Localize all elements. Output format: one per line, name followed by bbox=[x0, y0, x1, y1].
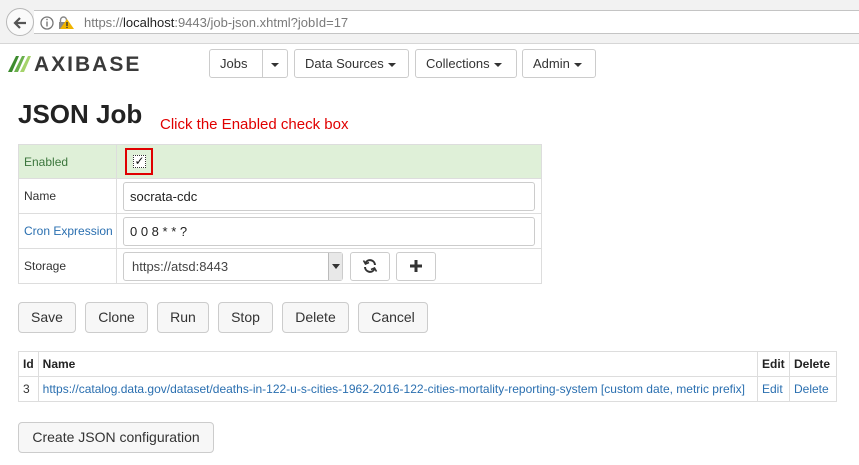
header-name: Name bbox=[37, 351, 759, 377]
nav-jobs-label: Jobs bbox=[220, 56, 248, 71]
refresh-storage-button[interactable] bbox=[349, 251, 390, 281]
dropdown-arrow-icon bbox=[328, 252, 342, 280]
nav-data-sources-button[interactable]: Data Sources bbox=[294, 49, 409, 78]
url-text: https://localhost:9443/job-json.xhtml?jo… bbox=[84, 15, 348, 30]
enabled-label: Enabled bbox=[18, 144, 117, 179]
nav-jobs-button[interactable]: Jobs bbox=[209, 49, 263, 78]
nav-admin-button[interactable]: Admin bbox=[522, 49, 596, 78]
cron-cell bbox=[116, 213, 542, 249]
name-label: Name bbox=[18, 178, 117, 214]
name-input[interactable] bbox=[123, 181, 535, 211]
app-navbar: AXIBASE Jobs Data Sources Collections Ad… bbox=[0, 44, 859, 84]
add-storage-button[interactable] bbox=[396, 251, 437, 281]
cron-expression-input[interactable] bbox=[123, 216, 535, 246]
row-name-cell: https://catalog.data.gov/dataset/deaths-… bbox=[37, 376, 759, 402]
caret-down-icon bbox=[271, 62, 279, 67]
jobs-table: Id Name Edit Delete 3 https://catalog.da… bbox=[18, 351, 837, 402]
refresh-icon bbox=[362, 259, 377, 274]
caret-down-icon bbox=[573, 62, 582, 67]
name-cell bbox=[116, 178, 542, 214]
url-host: localhost bbox=[123, 15, 175, 30]
enabled-cell: ✓ bbox=[116, 144, 542, 179]
nav-admin-label: Admin bbox=[533, 56, 570, 71]
header-edit: Edit bbox=[757, 351, 790, 377]
table-row: 3 https://catalog.data.gov/dataset/death… bbox=[18, 376, 837, 402]
row-edit-link[interactable]: Edit bbox=[762, 382, 783, 396]
cron-expression-link[interactable]: Cron Expression bbox=[18, 213, 117, 249]
storage-select[interactable]: https://atsd:8443 bbox=[123, 251, 343, 281]
site-info-icons[interactable] bbox=[40, 15, 80, 34]
back-arrow-icon bbox=[13, 17, 26, 29]
enabled-highlight: ✓ bbox=[125, 148, 153, 175]
storage-cell: https://atsd:8443 bbox=[116, 248, 542, 284]
enabled-checkbox[interactable]: ✓ bbox=[133, 155, 146, 168]
back-button[interactable] bbox=[6, 8, 34, 36]
browser-toolbar: https://localhost:9443/job-json.xhtml?jo… bbox=[0, 0, 859, 44]
jobs-table-header: Id Name Edit Delete bbox=[18, 351, 837, 377]
address-bar[interactable]: https://localhost:9443/job-json.xhtml?jo… bbox=[34, 10, 859, 34]
row-delete-link[interactable]: Delete bbox=[794, 382, 829, 396]
page-title: JSON Job bbox=[18, 99, 143, 129]
instruction-hint: Click the Enabled check box bbox=[160, 116, 349, 133]
storage-selected-value: https://atsd:8443 bbox=[132, 258, 229, 274]
info-lock-icon bbox=[40, 16, 74, 30]
enabled-row: Enabled ✓ bbox=[18, 144, 542, 179]
row-delete-cell: Delete bbox=[789, 376, 837, 402]
nav-data-sources-label: Data Sources bbox=[305, 56, 384, 71]
stop-button[interactable]: Stop bbox=[218, 302, 273, 333]
name-row: Name bbox=[18, 178, 542, 214]
brand-name[interactable]: AXIBASE bbox=[34, 53, 141, 77]
url-protocol: https:// bbox=[84, 15, 124, 30]
row-name-link[interactable]: https://catalog.data.gov/dataset/deaths-… bbox=[43, 382, 745, 396]
row-edit-cell: Edit bbox=[757, 376, 790, 402]
clone-button[interactable]: Clone bbox=[85, 302, 148, 333]
nav-jobs-dropdown-toggle[interactable] bbox=[262, 49, 288, 78]
url-path: :9443/job-json.xhtml?jobId=17 bbox=[174, 15, 349, 30]
row-id: 3 bbox=[18, 376, 39, 402]
storage-row: Storage https://atsd:8443 bbox=[18, 248, 542, 284]
caret-down-icon bbox=[493, 62, 502, 67]
job-form: Enabled ✓ Name Cron Expression Storage h… bbox=[18, 144, 542, 284]
cron-row: Cron Expression bbox=[18, 213, 542, 249]
nav-collections-button[interactable]: Collections bbox=[415, 49, 517, 78]
save-button[interactable]: Save bbox=[18, 302, 76, 333]
header-id: Id bbox=[18, 351, 39, 377]
header-delete: Delete bbox=[789, 351, 837, 377]
cancel-button[interactable]: Cancel bbox=[358, 302, 428, 333]
nav-collections-label: Collections bbox=[426, 56, 490, 71]
plus-icon bbox=[410, 260, 423, 273]
delete-button[interactable]: Delete bbox=[282, 302, 349, 333]
caret-down-icon bbox=[387, 62, 396, 67]
storage-label: Storage bbox=[18, 248, 117, 284]
axibase-logo-icon[interactable] bbox=[6, 52, 32, 77]
create-json-configuration-button[interactable]: Create JSON configuration bbox=[18, 422, 214, 453]
run-button[interactable]: Run bbox=[157, 302, 209, 333]
